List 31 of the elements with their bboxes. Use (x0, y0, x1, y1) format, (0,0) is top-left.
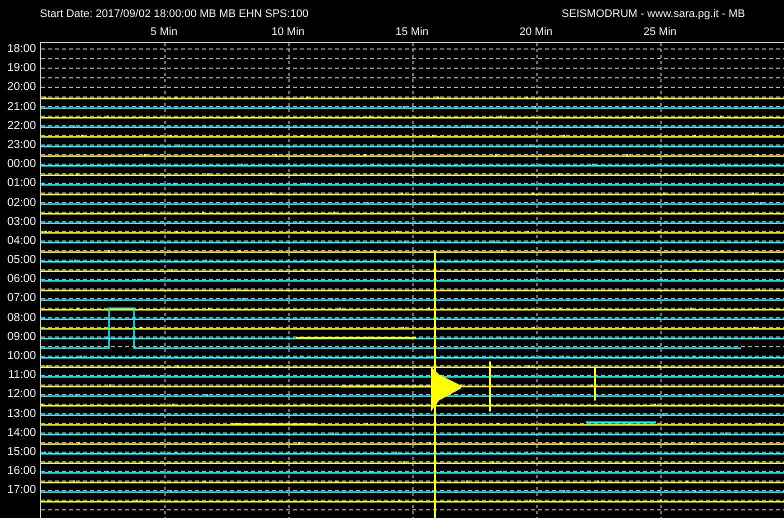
hour-label: 12:00 (6, 387, 37, 402)
hour-label: 11:00 (7, 368, 37, 384)
hour-label: 01:00 (6, 176, 37, 192)
hour-label: 03:00 (6, 214, 37, 230)
hour-label: 10:00 (6, 349, 37, 364)
hour-label: 19:00 (6, 61, 37, 76)
hour-label: 06:00 (6, 272, 37, 288)
hour-label: 02:00 (6, 196, 37, 210)
axis-label: 15 Min (394, 25, 430, 40)
hour-label: 09:00 (6, 330, 37, 345)
hour-label: 17:00 (6, 483, 37, 498)
chart-title: Start Date: 2017/09/02 18:00:00 MB MB EHN SPS:100 (40, 7, 308, 22)
hour-label: 20:00 (6, 80, 37, 96)
hour-label: 00:00 (6, 157, 37, 172)
hour-label: 04:00 (6, 234, 37, 249)
hour-label: 23:00 (6, 138, 37, 153)
axis-label: 5 Min (150, 25, 178, 40)
axis-label: 25 Min (642, 25, 678, 40)
hour-label: 08:00 (6, 310, 37, 326)
hour-label: 22:00 (6, 118, 37, 134)
hour-label: 16:00 (6, 464, 37, 480)
axis-label: 20 Min (518, 25, 554, 40)
hour-label: 15:00 (6, 444, 37, 460)
hour-label: 14:00 (6, 426, 37, 441)
hour-label: 18:00 (6, 42, 37, 57)
axis-label: 10 Min (270, 25, 306, 40)
hour-label: 07:00 (6, 291, 37, 306)
source-label: SEISMODRUM - www.sara.pg.it - MB (562, 7, 745, 22)
hour-label: 05:00 (6, 253, 37, 268)
hour-label: 13:00 (6, 406, 37, 422)
hour-label: 21:00 (6, 100, 37, 115)
